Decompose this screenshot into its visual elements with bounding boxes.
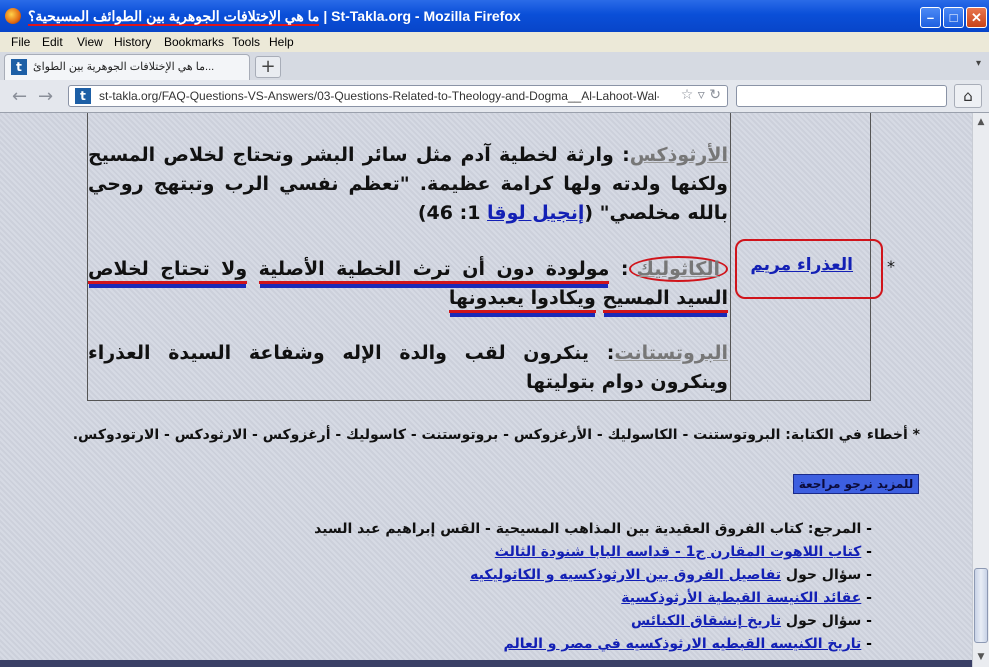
- firefox-icon[interactable]: [5, 8, 21, 24]
- forward-button[interactable]: →: [38, 86, 53, 107]
- luke-link[interactable]: إنجيل لوقا: [487, 202, 584, 224]
- bookmark-star-icon[interactable]: ☆ ▿ ↻: [681, 87, 721, 103]
- orthodox-ref: 1: 46): [417, 202, 488, 224]
- row-star: *: [887, 257, 895, 276]
- reference-item: - عقائد الكنيسة القبطية الأرثوذكسية: [621, 590, 872, 606]
- back-button[interactable]: ←: [12, 86, 27, 107]
- maximize-button[interactable]: □: [943, 7, 964, 28]
- catholic-claim-1: مولودة دون أن ترث الخطية الأصلية: [258, 258, 610, 284]
- reference-link[interactable]: كتاب اللاهوت المقارن ج1 - قداسه البابا ش…: [495, 544, 862, 560]
- catholic-paragraph: الكاثوليك: مولودة دون أن ترث الخطية الأص…: [88, 255, 728, 313]
- scroll-down-icon[interactable]: ▼: [974, 650, 988, 664]
- reference-item: - سؤال حول تاريخ إنشقاق الكنائس: [631, 613, 872, 629]
- tab-label: ما هي الإختلافات الجوهرية بين الطوائ...: [33, 61, 215, 73]
- tab-bar: t ما هي الإختلافات الجوهرية بين الطوائ..…: [0, 52, 989, 81]
- catholic-label[interactable]: الكاثوليك: [628, 256, 728, 282]
- reference-item: - كتاب اللاهوت المقارن ج1 - قداسه البابا…: [494, 544, 872, 560]
- window-title-suffix: | St-Takla.org - Mozilla Firefox: [319, 8, 521, 24]
- orthodox-paragraph: الأرثوذكس: وارثة لخطية آدم مثل سائر البش…: [88, 141, 728, 228]
- window-title: ما هي الإختلافات الجوهرية بين الطوائف ال…: [28, 8, 521, 26]
- close-button[interactable]: ✕: [966, 7, 987, 28]
- menu-file[interactable]: File: [11, 35, 30, 49]
- menu-bookmarks[interactable]: Bookmarks: [164, 35, 224, 49]
- reference-item: - المرجع: كتاب الفروق العقيدية بين المذا…: [314, 521, 872, 537]
- reference-link[interactable]: عقائد الكنيسة القبطية الأرثوذكسية: [621, 590, 861, 606]
- catholic-claim-3: ويكادوا يعبدونها: [448, 287, 596, 313]
- navigation-toolbar: ← → t st-takla.org/FAQ-Questions-VS-Answ…: [0, 80, 989, 113]
- protestant-paragraph: البروتستانت: ينكرون لقب والدة الإله وشفا…: [88, 339, 728, 397]
- menu-view[interactable]: View: [77, 35, 103, 49]
- reference-text: المرجع: كتاب الفروق العقيدية بين المذاهب…: [314, 521, 862, 537]
- page-bottom-bar: [0, 660, 972, 667]
- menu-history[interactable]: History: [114, 35, 151, 49]
- reference-text: سؤال حول: [781, 613, 862, 629]
- scrollbar-thumb[interactable]: [974, 568, 988, 643]
- new-tab-button[interactable]: +: [255, 56, 281, 78]
- reference-link[interactable]: تفاصيل الفروق بين الارثوذكسيه و الكاثولي…: [470, 567, 781, 583]
- tab-current[interactable]: t ما هي الإختلافات الجوهرية بين الطوائ..…: [4, 54, 250, 80]
- references-list: - المرجع: كتاب الفروق العقيدية بين المذا…: [314, 518, 872, 656]
- reference-item: - سؤال حول تفاصيل الفروق بين الارثوذكسيه…: [470, 567, 872, 583]
- vertical-scrollbar[interactable]: ▲ ▼: [972, 113, 989, 667]
- site-favicon-icon: t: [75, 88, 91, 104]
- menu-edit[interactable]: Edit: [42, 35, 63, 49]
- orthodox-label[interactable]: الأرثوذكس: [630, 144, 728, 166]
- reference-text: سؤال حول: [781, 567, 862, 583]
- table-column-divider: [730, 113, 731, 401]
- menu-bar: File Edit View History Bookmarks Tools H…: [0, 32, 989, 52]
- virgin-mary-link[interactable]: العذراء مريم: [750, 255, 853, 275]
- more-info-button[interactable]: للمزيد نرجو مراجعة: [793, 474, 919, 494]
- menu-help[interactable]: Help: [269, 35, 294, 49]
- spelling-note: * أخطاء في الكتابة: البروتوستنت - الكاسو…: [72, 427, 920, 443]
- scroll-up-icon[interactable]: ▲: [974, 115, 988, 129]
- catholic-colon: :: [609, 258, 629, 280]
- tab-list-icon[interactable]: ▾: [976, 58, 981, 69]
- reference-item: - تاريخ الكنيسه القبطيه الارثوذكسيه في م…: [503, 636, 872, 652]
- tab-favicon-icon: t: [11, 59, 27, 75]
- page-content: الأرثوذكس: وارثة لخطية آدم مثل سائر البش…: [0, 113, 972, 667]
- window-title-arabic: ما هي الإختلافات الجوهرية بين الطوائف ال…: [28, 8, 320, 26]
- protestant-label[interactable]: البروتستانت: [614, 342, 728, 364]
- search-input[interactable]: [736, 85, 947, 107]
- home-button[interactable]: ⌂: [954, 84, 982, 108]
- url-bar[interactable]: t st-takla.org/FAQ-Questions-VS-Answers/…: [68, 85, 728, 107]
- reference-link[interactable]: تاريخ إنشقاق الكنائس: [631, 613, 781, 629]
- row-label-box: العذراء مريم *: [735, 239, 895, 299]
- reference-link[interactable]: تاريخ الكنيسه القبطيه الارثوذكسيه في مصر…: [503, 636, 861, 652]
- minimize-button[interactable]: –: [920, 7, 941, 28]
- menu-tools[interactable]: Tools: [232, 35, 260, 49]
- url-text[interactable]: st-takla.org/FAQ-Questions-VS-Answers/03…: [99, 89, 659, 103]
- window-titlebar: ما هي الإختلافات الجوهرية بين الطوائف ال…: [0, 0, 989, 32]
